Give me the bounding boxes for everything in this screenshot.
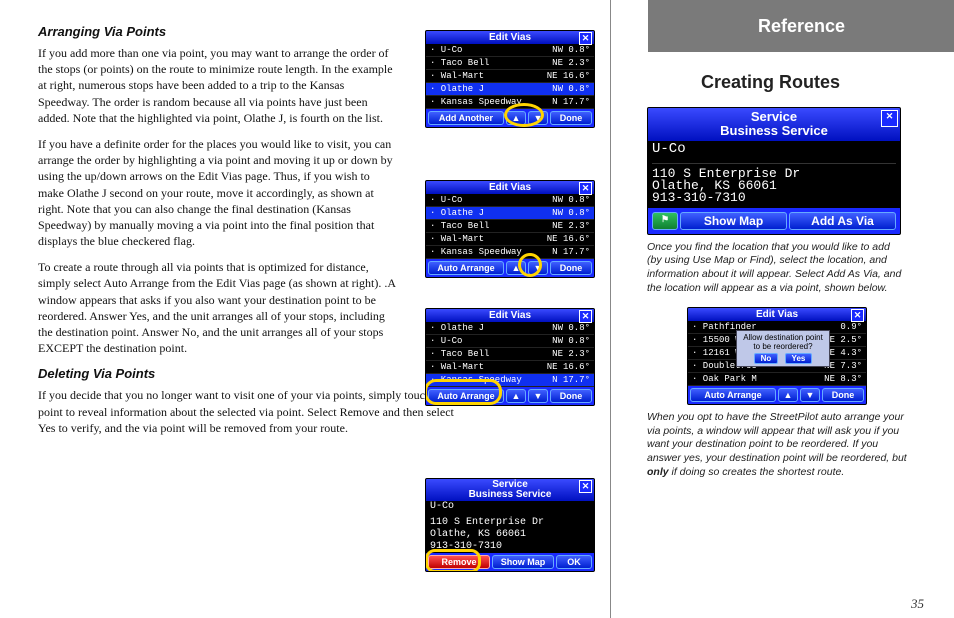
para-1: If you add more than one via point, you … <box>38 45 398 126</box>
device-service-remove: Service Business Service ✕ U-Co 110 S En… <box>425 478 595 572</box>
list-row[interactable]: · Taco BellNE 2.3° <box>426 57 594 70</box>
device-title-line2: Business Service <box>648 124 900 138</box>
para-3: To create a route through all via points… <box>38 259 398 356</box>
dialog-no-button[interactable]: No <box>754 353 779 364</box>
up-arrow-button[interactable]: ▲ <box>778 388 798 402</box>
list-row[interactable]: · Wal-MartNE 16.6° <box>426 233 594 246</box>
dialog-yes-button[interactable]: Yes <box>785 353 813 364</box>
device-title: Edit Vias <box>489 182 531 193</box>
close-icon[interactable]: ✕ <box>579 480 592 493</box>
list-row[interactable]: · U-CoNW 0.8° <box>426 335 594 348</box>
add-another-button[interactable]: Add Another <box>428 111 504 125</box>
svc-phone: 913-310-7310 <box>426 541 594 553</box>
svc-name: U-Co <box>426 501 594 513</box>
close-icon[interactable]: ✕ <box>579 182 592 195</box>
show-map-button[interactable]: Show Map <box>492 555 554 569</box>
svc-name: U-Co <box>648 141 900 155</box>
device-edit-vias-3: Edit Vias ✕ · Olathe JNW 0.8°· U-CoNW 0.… <box>425 308 595 406</box>
list-row[interactable]: · Wal-MartNE 16.6° <box>426 361 594 374</box>
section-title: Creating Routes <box>631 72 954 93</box>
list-row[interactable]: · U-CoNW 0.8° <box>426 44 594 57</box>
done-button[interactable]: Done <box>550 111 592 125</box>
list-row[interactable]: · Kansas SpeedwayN 17.7° <box>426 96 594 109</box>
list-row[interactable]: · Olathe JNW 0.8° <box>426 207 594 220</box>
list-row[interactable]: · Wal-MartNE 16.6° <box>426 70 594 83</box>
flag-icon[interactable]: ⚑ <box>652 212 678 230</box>
caption-2: When you opt to have the StreetPilot aut… <box>647 411 907 479</box>
close-icon[interactable]: ✕ <box>579 310 592 323</box>
down-arrow-button[interactable]: ▼ <box>800 388 820 402</box>
device-reorder-dialog: Edit Vias ✕ · Pathfinder 0.9°· 15500 WNE… <box>687 307 867 405</box>
down-arrow-button[interactable]: ▼ <box>528 261 548 275</box>
device-title-line1: Service <box>648 110 900 124</box>
close-icon[interactable]: ✕ <box>579 32 592 45</box>
up-arrow-button[interactable]: ▲ <box>506 261 526 275</box>
caption-1: Once you find the location that you woul… <box>647 241 907 296</box>
add-as-via-button[interactable]: Add As Via <box>789 212 896 230</box>
device-title-line2: Business Service <box>426 490 594 500</box>
auto-arrange-button[interactable]: Auto Arrange <box>690 388 776 402</box>
up-arrow-button[interactable]: ▲ <box>506 389 526 403</box>
svc-addr1: 110 S Enterprise Dr <box>426 517 594 529</box>
list-row[interactable]: · Kansas SpeedwayN 17.7° <box>426 374 594 387</box>
list-row[interactable]: · Taco BellNE 2.3° <box>426 348 594 361</box>
device-title: Edit Vias <box>489 310 531 321</box>
list-row[interactable]: · Olathe JNW 0.8° <box>426 83 594 96</box>
done-button[interactable]: Done <box>550 389 592 403</box>
svc-addr2: Olathe, KS 66061 <box>426 529 594 541</box>
para-4: If you decide that you no longer want to… <box>38 387 458 436</box>
down-arrow-button[interactable]: ▼ <box>528 389 548 403</box>
para-2: If you have a definite order for the pla… <box>38 136 398 249</box>
show-map-button[interactable]: Show Map <box>680 212 787 230</box>
close-icon[interactable]: ✕ <box>851 309 864 322</box>
list-row[interactable]: · Taco BellNE 2.3° <box>426 220 594 233</box>
device-edit-vias-2: Edit Vias ✕ · U-CoNW 0.8°· Olathe JNW 0.… <box>425 180 595 278</box>
done-button[interactable]: Done <box>822 388 864 402</box>
ok-button[interactable]: OK <box>556 555 592 569</box>
dialog-text: Allow destination point to be reordered? <box>740 333 826 351</box>
down-arrow-button[interactable]: ▼ <box>528 111 548 125</box>
device-title: Edit Vias <box>756 309 798 320</box>
device-service-add-via: Service Business Service ✕ U-Co 110 S En… <box>647 107 901 235</box>
svc-phone: 913-310-7310 <box>648 192 900 208</box>
reference-tab: Reference <box>648 0 954 52</box>
device-title: Edit Vias <box>489 32 531 43</box>
reorder-dialog: Allow destination point to be reordered?… <box>736 330 830 367</box>
auto-arrange-button[interactable]: Auto Arrange <box>428 261 504 275</box>
list-row[interactable]: · Oak Park MNE 8.3° <box>688 373 866 386</box>
list-row[interactable]: · Kansas SpeedwayN 17.7° <box>426 246 594 259</box>
list-row[interactable]: · U-CoNW 0.8° <box>426 194 594 207</box>
close-icon[interactable]: ✕ <box>881 110 898 127</box>
up-arrow-button[interactable]: ▲ <box>506 111 526 125</box>
auto-arrange-button[interactable]: Auto Arrange <box>428 389 504 403</box>
page-number: 35 <box>911 596 924 612</box>
device-edit-vias-1: Edit Vias ✕ · U-CoNW 0.8°· Taco BellNE 2… <box>425 30 595 128</box>
done-button[interactable]: Done <box>550 261 592 275</box>
remove-button[interactable]: Remove <box>428 555 490 569</box>
list-row[interactable]: · Olathe JNW 0.8° <box>426 322 594 335</box>
